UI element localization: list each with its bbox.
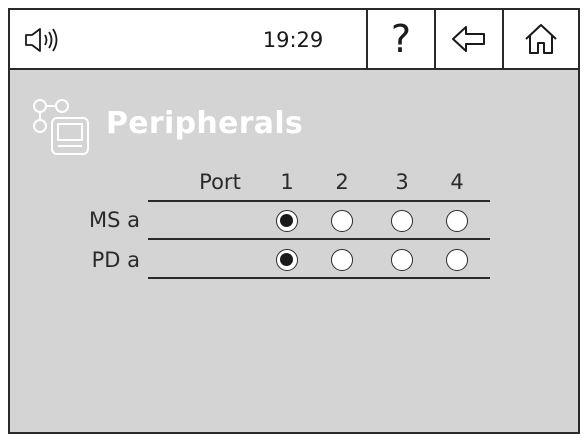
clock: 19:29 [262,28,324,52]
port-header: Port [199,170,241,194]
radio-ms-a-port-1[interactable] [276,210,298,232]
radio-ms-a-port-4[interactable] [446,210,468,232]
device-screen: 19:29 ? Peripherals Port 1 2 3 4 MS a PD… [8,8,580,434]
radio-pd-a-port-1[interactable] [276,249,298,271]
speaker-icon[interactable] [22,25,62,55]
table-divider [148,238,490,240]
arrow-left-icon [452,26,485,52]
page-title: Peripherals [106,106,304,141]
radio-ms-a-port-2[interactable] [331,210,353,232]
port-column-4: 4 [450,170,464,194]
port-column-3: 3 [395,170,409,194]
peripherals-icon [33,99,89,155]
port-column-1: 1 [280,170,294,194]
table-divider [148,277,490,279]
top-bar: 19:29 ? [10,10,578,70]
table-divider [148,200,490,202]
help-button[interactable]: ? [366,10,434,68]
port-column-2: 2 [335,170,349,194]
radio-pd-a-port-4[interactable] [446,249,468,271]
radio-pd-a-port-3[interactable] [391,249,413,271]
help-label: ? [390,17,412,61]
back-button[interactable] [434,10,502,68]
radio-ms-a-port-3[interactable] [391,210,413,232]
home-icon [525,24,557,54]
row-label-ms-a: MS a [89,208,140,232]
radio-pd-a-port-2[interactable] [331,249,353,271]
home-button[interactable] [502,10,578,68]
row-label-pd-a: PD a [91,248,140,272]
